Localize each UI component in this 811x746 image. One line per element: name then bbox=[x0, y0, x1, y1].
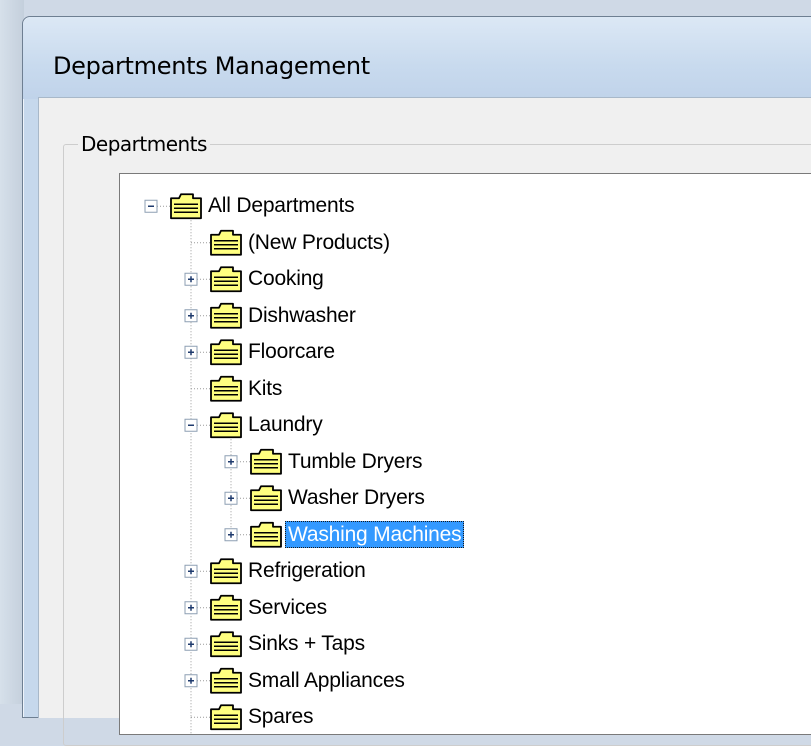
folder-icon bbox=[210, 375, 242, 402]
tree-node-label[interactable]: Services bbox=[245, 594, 330, 621]
tree-node-label[interactable]: Cooking bbox=[245, 265, 327, 292]
folder-icon bbox=[210, 266, 242, 293]
groupbox-label: Departments bbox=[78, 132, 210, 156]
folder-icon bbox=[210, 631, 242, 658]
folder-icon bbox=[210, 229, 242, 256]
expand-icon[interactable] bbox=[184, 309, 198, 323]
tree-node-label[interactable]: All Departments bbox=[205, 192, 357, 219]
collapse-icon[interactable] bbox=[144, 199, 158, 213]
tree-node-label[interactable]: Spares bbox=[245, 703, 316, 730]
tree-node-label[interactable]: Dishwasher bbox=[245, 302, 359, 329]
departments-tree[interactable]: All Departments (New Products) Cooking Dish… bbox=[119, 173, 811, 735]
tree-node-label[interactable]: Floorcare bbox=[245, 338, 338, 365]
title-bar[interactable]: Departments Management bbox=[23, 17, 811, 99]
folder-icon bbox=[210, 558, 242, 585]
folder-icon bbox=[250, 485, 282, 512]
expand-icon[interactable] bbox=[184, 272, 198, 286]
expand-icon[interactable] bbox=[184, 601, 198, 615]
tree-node-label[interactable]: Sinks + Taps bbox=[245, 630, 368, 657]
folder-icon bbox=[210, 594, 242, 621]
departments-window: Departments Management Departments All D… bbox=[22, 16, 811, 746]
expand-icon[interactable] bbox=[224, 491, 238, 505]
folder-icon bbox=[210, 412, 242, 439]
tree-node-label[interactable]: Small Appliances bbox=[245, 667, 408, 694]
tree-connector-lines bbox=[144, 193, 282, 734]
expand-icon[interactable] bbox=[184, 564, 198, 578]
folder-icon bbox=[250, 448, 282, 475]
folder-icon bbox=[210, 667, 242, 694]
tree-node-label[interactable]: Kits bbox=[245, 375, 285, 402]
tree-node-label[interactable]: Refrigeration bbox=[245, 557, 369, 584]
folder-icon bbox=[210, 302, 242, 329]
window-client-area: Departments All Departments (New Products… bbox=[38, 97, 811, 746]
expand-icon[interactable] bbox=[184, 674, 198, 688]
tree-node-label[interactable]: Laundry bbox=[245, 411, 326, 438]
tree-node-label[interactable]: Washer Dryers bbox=[285, 484, 428, 511]
folder-icon bbox=[170, 193, 202, 220]
expand-icon[interactable] bbox=[224, 528, 238, 542]
expand-icon[interactable] bbox=[184, 345, 198, 359]
tree-node-label[interactable]: (New Products) bbox=[245, 229, 393, 256]
expand-icon[interactable] bbox=[224, 455, 238, 469]
expand-icon[interactable] bbox=[184, 637, 198, 651]
window-title: Departments Management bbox=[53, 52, 370, 80]
folder-icon bbox=[210, 704, 242, 731]
folder-icon bbox=[210, 339, 242, 366]
background-window-edge bbox=[0, 0, 24, 704]
tree-node-label[interactable]: Tumble Dryers bbox=[285, 448, 425, 475]
tree-node-label-selected[interactable]: Washing Machines bbox=[285, 520, 465, 548]
collapse-icon[interactable] bbox=[184, 418, 198, 432]
folder-icon bbox=[250, 521, 282, 548]
